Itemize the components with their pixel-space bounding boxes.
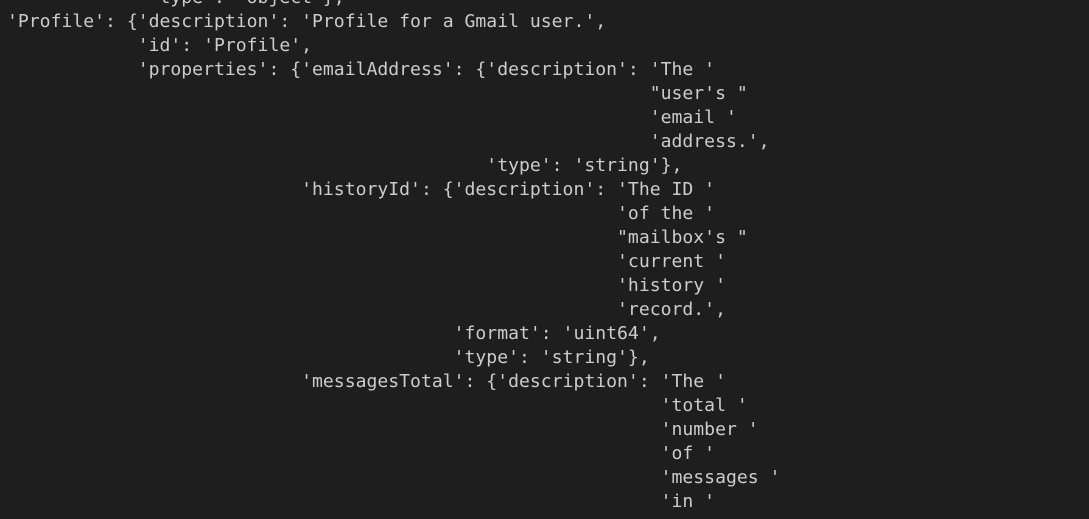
code-line: "user's ": [7, 83, 748, 104]
code-line: "mailbox's ": [7, 227, 748, 248]
code-line: 'of the ': [7, 203, 716, 224]
code-line: 'of ': [7, 443, 716, 464]
code-line: 'historyId': {'description': 'The ID ': [7, 179, 716, 200]
code-line: 'in ': [7, 491, 716, 512]
code-block: 'type': 'object'},'Profile': {'descripti…: [7, 0, 780, 514]
code-line: 'record.',: [7, 299, 726, 320]
code-line: 'type': 'string'},: [7, 155, 683, 176]
code-line: 'properties': {'emailAddress': {'descrip…: [7, 59, 716, 80]
code-line: 'current ': [7, 251, 726, 272]
code-line: 'type': 'object'},: [7, 0, 780, 10]
terminal-output[interactable]: 'type': 'object'},'Profile': {'descripti…: [0, 0, 1089, 519]
code-line: 'format': 'uint64',: [7, 323, 661, 344]
code-line: 'type': 'string'},: [7, 347, 650, 368]
code-line: 'history ': [7, 275, 726, 296]
code-line: 'id': 'Profile',: [7, 35, 313, 56]
code-line: 'address.',: [7, 131, 770, 152]
code-line: 'email ': [7, 107, 737, 128]
code-line: 'messages ': [7, 467, 781, 488]
code-line: 'messagesTotal': {'description': 'The ': [7, 371, 726, 392]
code-line: 'number ': [7, 419, 759, 440]
code-line: 'Profile': {'description': 'Profile for …: [7, 11, 607, 32]
code-line: 'total ': [7, 395, 748, 416]
